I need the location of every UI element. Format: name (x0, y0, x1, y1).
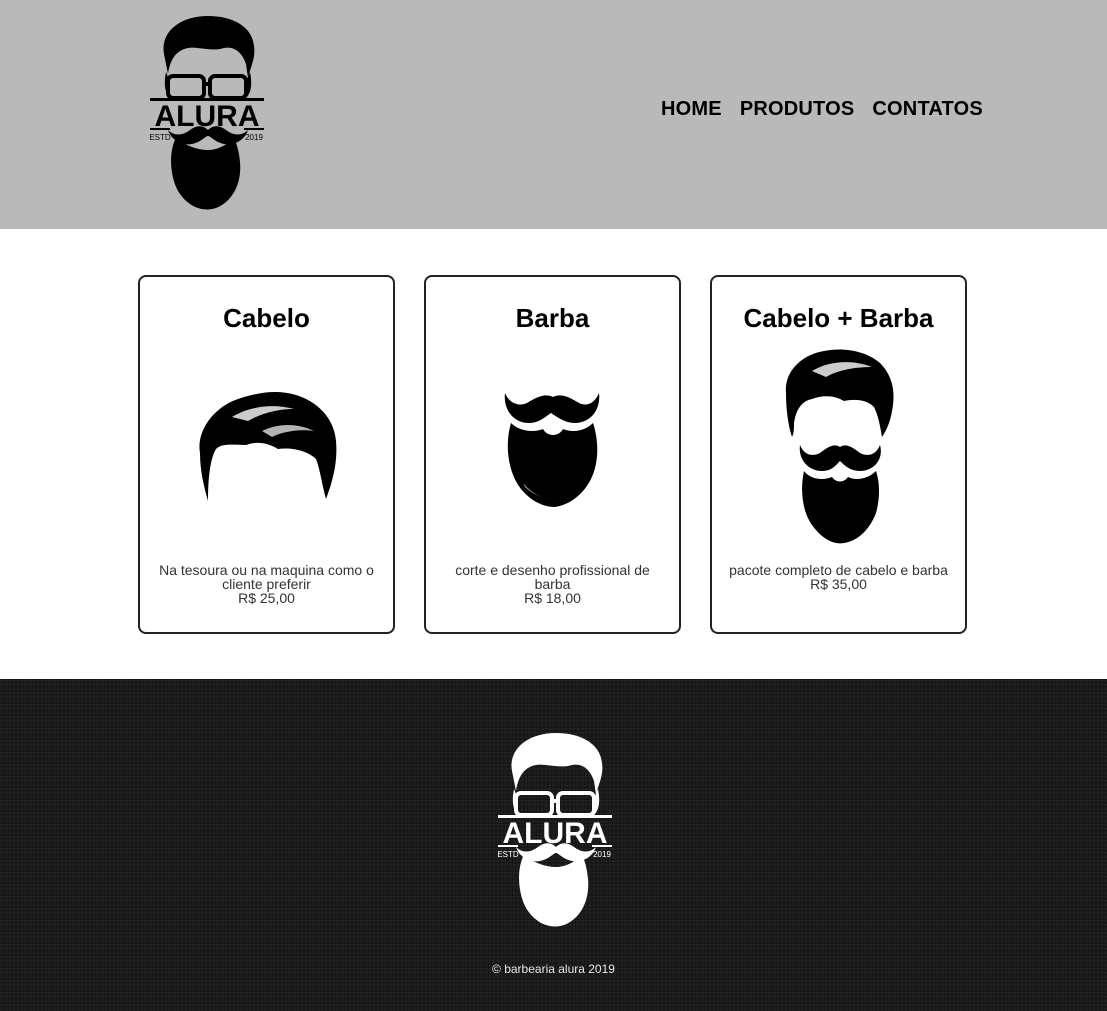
product-title: Cabelo + Barba (743, 303, 934, 333)
product-price: R$ 18,00 (524, 590, 581, 606)
nav-contatos-link[interactable]: CONTATOS (872, 98, 983, 121)
products-section: Cabelo Na tesoura ou na maquina como o c… (138, 275, 967, 634)
product-description-text: Na tesoura ou na maquina como o cliente … (159, 562, 374, 592)
product-description: corte e desenho profissional de barba R$… (440, 563, 665, 605)
product-price: R$ 25,00 (238, 590, 295, 606)
hair-icon (140, 387, 393, 503)
product-description: Na tesoura ou na maquina como o cliente … (154, 563, 379, 605)
bearded-man-logo-icon: ALURA ESTD 2019 (149, 16, 264, 210)
nav-home-link[interactable]: HOME (661, 98, 722, 121)
product-description-text: corte e desenho profissional de barba (455, 562, 650, 592)
product-description: pacote completo de cabelo e barba R$ 35,… (726, 563, 951, 591)
bearded-man-logo-icon: ALURA ESTD 2019 (497, 733, 612, 927)
svg-text:ALURA: ALURA (503, 817, 608, 850)
svg-text:ESTD: ESTD (497, 850, 519, 859)
site-footer: ALURA ESTD 2019 © barbearia alura 2019 (0, 679, 1107, 1011)
nav-produtos-link[interactable]: PRODUTOS (740, 98, 855, 121)
svg-text:ESTD: ESTD (149, 133, 171, 142)
brand-logo[interactable]: ALURA ESTD 2019 (146, 12, 268, 214)
site-header: ALURA ESTD 2019 HOME PRODUTOS CONTATOS (0, 0, 1107, 229)
svg-text:2019: 2019 (245, 133, 263, 142)
svg-text:ALURA: ALURA (155, 100, 260, 133)
beard-icon (426, 383, 679, 507)
hair-and-beard-icon (712, 349, 965, 545)
product-card-cabelo-barba[interactable]: Cabelo + Barba pacote completo de cabelo… (710, 275, 967, 634)
product-title: Barba (515, 303, 590, 333)
footer-brand-logo: ALURA ESTD 2019 (494, 729, 616, 931)
product-card-cabelo[interactable]: Cabelo Na tesoura ou na maquina como o c… (138, 275, 395, 634)
main-nav: HOME PRODUTOS CONTATOS (661, 98, 983, 121)
product-price: R$ 35,00 (810, 576, 867, 592)
copyright-text: © barbearia alura 2019 (492, 962, 615, 976)
product-card-barba[interactable]: Barba corte e desenho profissional de ba… (424, 275, 681, 634)
product-title: Cabelo (223, 303, 310, 333)
svg-text:2019: 2019 (593, 850, 611, 859)
